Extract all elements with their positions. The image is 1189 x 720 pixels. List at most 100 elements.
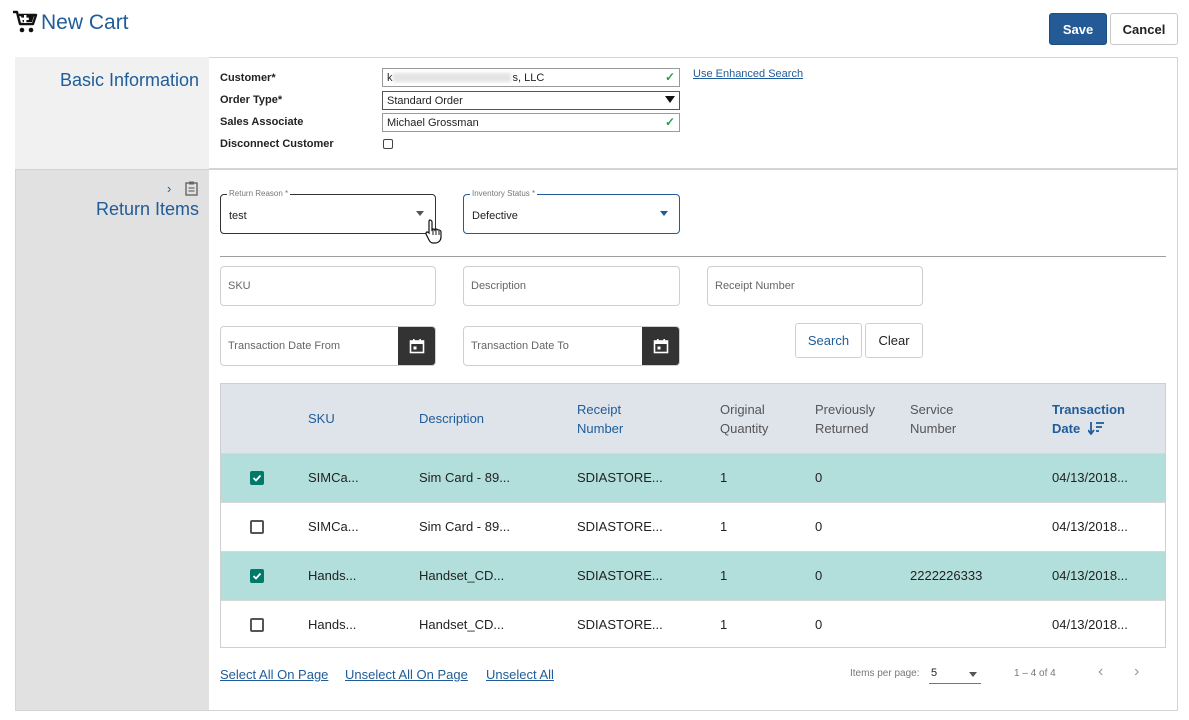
transaction-date-column-header[interactable]: Transaction Date [1052,400,1125,438]
receipt-cell: SDIASTORE... [577,617,663,632]
header-line: Service [910,402,954,417]
row-checkbox[interactable] [250,618,264,632]
valid-check-icon: ✓ [664,70,675,84]
sales-associate-value: Michael Grossman [387,116,479,129]
table-row[interactable]: Hands... Handset_CD... SDIASTORE... 1 0 04/13… [221,600,1165,649]
return-items-title: Return Items [95,199,199,219]
inventory-status-value: Defective [472,210,518,222]
original-quantity-cell: 1 [720,568,728,583]
sku-input[interactable]: SKU [220,266,436,306]
table-header: SKU Description Receipt Number Original … [221,384,1165,453]
description-column-header[interactable]: Description [419,409,484,428]
receipt-cell: SDIASTORE... [577,568,663,583]
receipt-column-header[interactable]: Receipt Number [577,400,623,438]
previous-page-icon[interactable]: ‹ [1098,663,1103,681]
original-quantity-cell: 1 [720,519,728,534]
previously-returned-cell: 0 [815,568,823,583]
divider [220,256,1166,257]
enhanced-search-link[interactable]: Use Enhanced Search [693,68,803,80]
select-all-on-page-link[interactable]: Select All On Page [220,667,328,682]
header-line: Receipt [577,402,622,417]
pagination-range: 1 – 4 of 4 [1014,668,1056,679]
redacted-text [392,73,511,82]
sort-descending-icon[interactable] [1087,421,1104,436]
disconnect-customer-checkbox[interactable] [383,139,393,149]
original-quantity-cell: 1 [720,617,728,632]
date-from-input[interactable]: Transaction Date From [220,326,436,366]
disconnect-customer-label: Disconnect Customer [220,138,334,150]
save-button[interactable]: Save [1049,13,1107,45]
description-cell: Handset_CD... [419,617,505,632]
service-number-column-header: Service Number [910,400,956,438]
date-from-placeholder: Transaction Date From [228,340,341,352]
return-items-label-panel [16,170,209,710]
inventory-status-label: Inventory Status * [470,189,538,198]
customer-label: Customer* [220,72,276,84]
customer-value: s, LLC [512,71,545,84]
receipt-number-input[interactable]: Receipt Number [707,266,923,306]
previously-returned-cell: 0 [815,470,823,485]
service-number-cell: 2222226333 [910,568,983,583]
description-cell: Sim Card - 89... [419,519,511,534]
sales-associate-field[interactable]: Michael Grossman ✓ [382,113,680,132]
header-line: Number [577,421,624,436]
order-type-select[interactable]: Standard Order [382,91,680,110]
valid-check-icon: ✓ [664,115,675,129]
description-cell: Sim Card - 89... [419,470,511,485]
shopping-cart-icon [13,10,38,33]
inventory-status-select[interactable]: Inventory Status * Defective [463,189,680,234]
receipt-cell: SDIASTORE... [577,519,663,534]
row-checkbox[interactable] [250,471,264,485]
return-reason-label: Return Reason * [227,189,291,198]
row-checkbox[interactable] [250,569,264,583]
table-row[interactable]: SIMCa... Sim Card - 89... SDIASTORE... 1 0 04… [221,453,1165,502]
header-line: Previously [815,402,875,417]
checkmark-icon [252,474,262,482]
order-type-label: Order Type* [220,94,283,106]
previously-returned-column-header: Previously Returned [815,400,875,438]
clipboard-icon[interactable] [185,181,198,196]
search-button[interactable]: Search [795,323,862,358]
return-reason-value: test [229,210,247,222]
transaction-date-cell: 04/13/2018... [1052,470,1128,485]
clear-button[interactable]: Clear [865,323,923,358]
description-input[interactable]: Description [463,266,680,306]
return-reason-select[interactable]: Return Reason * test [220,189,436,234]
header-line: Date [1052,419,1125,438]
date-to-input[interactable]: Transaction Date To [463,326,680,366]
chevron-right-icon[interactable]: › [167,181,171,196]
basic-information-title: Basic Information [59,70,199,90]
calendar-icon[interactable] [642,327,679,365]
next-page-icon[interactable]: › [1134,663,1139,681]
sku-cell: SIMCa... [308,519,359,534]
items-per-page-label: Items per page: [850,668,920,679]
row-checkbox[interactable] [250,520,264,534]
table-row[interactable]: SIMCa... Sim Card - 89... SDIASTORE... 1 0 04… [221,502,1165,551]
sku-cell: SIMCa... [308,470,359,485]
dropdown-arrow-icon[interactable] [969,672,977,677]
return-items-table: SKU Description Receipt Number Original … [220,383,1166,648]
chevron-down-icon [665,96,675,103]
checkmark-icon [252,572,262,580]
dropdown-arrow-icon [416,211,424,216]
header-line: Number [910,421,957,436]
items-per-page-underline [929,683,981,684]
previously-returned-cell: 0 [815,617,823,632]
unselect-all-link[interactable]: Unselect All [486,667,554,682]
header-line: Original [720,402,765,417]
dropdown-arrow-icon [660,211,668,216]
header-text: Date [1052,421,1081,436]
items-per-page-select[interactable]: 5 [931,667,937,679]
transaction-date-cell: 04/13/2018... [1052,568,1128,583]
transaction-date-cell: 04/13/2018... [1052,519,1128,534]
previously-returned-cell: 0 [815,519,823,534]
receipt-cell: SDIASTORE... [577,470,663,485]
cancel-button[interactable]: Cancel [1110,13,1178,45]
hand-cursor-icon [425,219,442,244]
customer-field[interactable]: k s, LLC ✓ [382,68,680,87]
sku-column-header[interactable]: SKU [308,409,335,428]
table-row[interactable]: Hands... Handset_CD... SDIASTORE... 1 0 22222… [221,551,1165,600]
header-line: Returned [815,421,869,436]
calendar-icon[interactable] [398,327,435,365]
unselect-all-on-page-link[interactable]: Unselect All On Page [345,667,468,682]
